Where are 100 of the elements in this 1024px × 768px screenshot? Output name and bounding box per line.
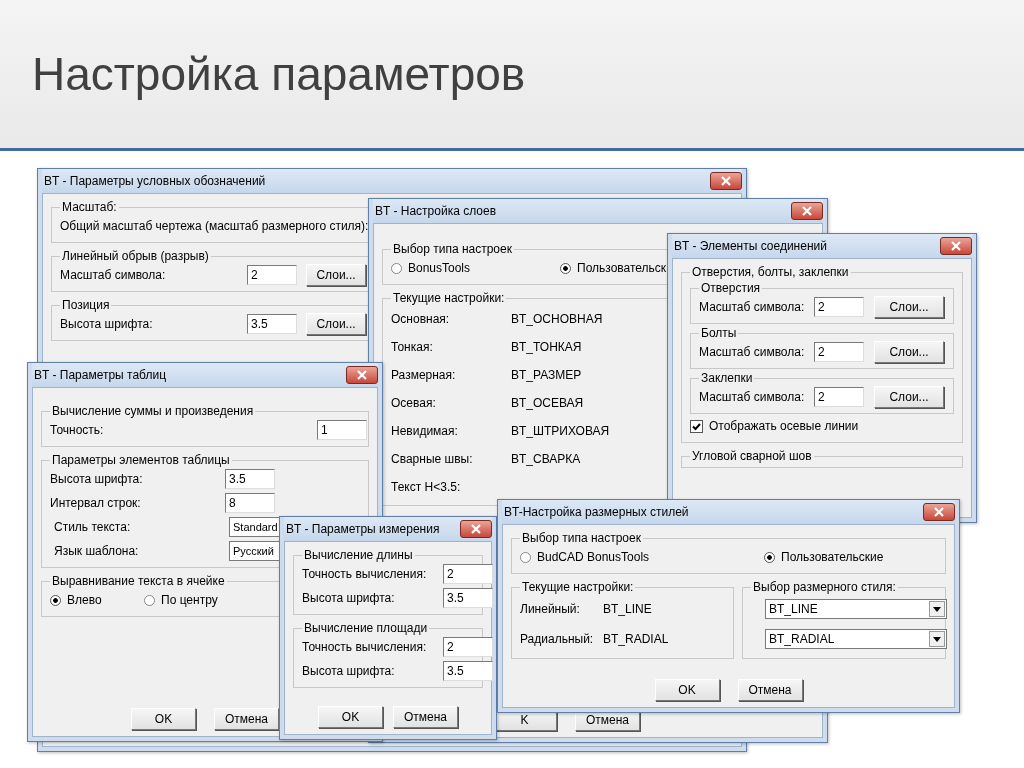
input-field[interactable]: 2	[814, 297, 864, 317]
input-field[interactable]: 2	[443, 564, 493, 584]
input-field[interactable]: 3.5	[443, 588, 493, 608]
group-title: Болты	[700, 326, 738, 340]
input-field[interactable]: 2	[247, 265, 297, 285]
radio-label: Пользовательские	[781, 550, 884, 564]
setting-label: Сварные швы:	[391, 452, 474, 466]
group-title: Масштаб:	[61, 200, 118, 214]
layers-button[interactable]: Слои...	[306, 313, 366, 335]
input-field[interactable]: 2	[814, 342, 864, 362]
radio-button[interactable]	[520, 551, 531, 563]
setting-label: Основная:	[391, 312, 451, 326]
input-field[interactable]: 1	[317, 420, 367, 440]
group-title: Выбор типа настроек	[392, 242, 513, 256]
group-title: Выбор типа настроек	[521, 531, 642, 545]
radio-label: Пользовательск	[577, 261, 667, 275]
group-title: Выбор размерного стиля:	[752, 580, 897, 594]
field-label: Высота шрифта:	[302, 664, 396, 678]
window-title: BT-Настройка размерных стилей	[503, 505, 689, 519]
setting-value: BT_ОСЕВАЯ	[511, 396, 584, 410]
dialog-button[interactable]: OK	[654, 679, 720, 701]
dialog-button[interactable]: Отмена	[737, 679, 803, 701]
group-title: Вычисление площади	[303, 621, 429, 635]
field-label: Масштаб символа:	[699, 345, 806, 359]
group-title: Линейный обрыв (разрыв)	[61, 249, 210, 263]
input-field[interactable]: 2	[443, 637, 493, 657]
close-button[interactable]	[791, 202, 823, 220]
radio-button[interactable]	[50, 594, 61, 606]
dropdown-field[interactable]: BT_RADIAL	[765, 629, 947, 649]
dialog-button[interactable]: OK	[131, 708, 196, 730]
group-title: Заклепки	[700, 371, 754, 385]
close-icon	[801, 206, 813, 216]
field-label: Точность:	[50, 423, 105, 437]
slide-title: Настройка параметров	[32, 47, 526, 101]
setting-label: Тонкая:	[391, 340, 434, 354]
field-label: Масштаб символа:	[60, 268, 167, 282]
dialog-button[interactable]: OK	[318, 706, 383, 728]
close-icon	[720, 176, 732, 186]
radio-button[interactable]	[560, 262, 571, 274]
layers-button[interactable]: Слои...	[874, 386, 944, 408]
field-label: Высота шрифта:	[60, 317, 154, 331]
setting-value: BT_LINE	[603, 602, 652, 616]
input-field[interactable]: 3.5	[443, 661, 493, 681]
close-button[interactable]	[710, 172, 742, 190]
setting-label: Линейный:	[520, 602, 581, 616]
dialog-button[interactable]: Отмена	[214, 708, 279, 730]
group-title: Вычисление суммы и произведения	[51, 404, 255, 418]
setting-value: BT_ТОНКАЯ	[511, 340, 582, 354]
checkbox[interactable]	[690, 419, 703, 433]
setting-value: BT_ОСНОВНАЯ	[511, 312, 603, 326]
caret-icon	[929, 631, 945, 647]
radio-button[interactable]	[144, 594, 155, 606]
radio-label: BudCAD BonusTools	[537, 550, 650, 564]
close-button[interactable]	[346, 366, 378, 384]
group-title: Выравнивание текста в ячейке	[51, 574, 226, 588]
close-icon	[470, 524, 482, 534]
field-label: Язык шаблона:	[53, 544, 140, 558]
window-title: BT - Элементы соединений	[673, 239, 827, 253]
field-label: Масштаб символа:	[699, 300, 806, 314]
close-icon	[950, 241, 962, 251]
group-title: Текущие настройки:	[392, 291, 506, 305]
group-title: Параметры элементов таблицы	[51, 453, 231, 467]
close-button[interactable]	[923, 503, 955, 521]
layers-button[interactable]: Слои...	[874, 296, 944, 318]
field-label: Высота шрифта:	[50, 472, 144, 486]
dialog-button[interactable]: Отмена	[393, 706, 458, 728]
setting-value: BT_РАЗМЕР	[511, 368, 582, 382]
setting-label: Размерная:	[391, 368, 457, 382]
setting-value: BT_RADIAL	[603, 632, 669, 646]
caret-icon	[929, 601, 945, 617]
dropdown-field[interactable]: BT_LINE	[765, 599, 947, 619]
field-label: Высота шрифта:	[302, 591, 396, 605]
setting-label: Осевая:	[391, 396, 437, 410]
input-field[interactable]: 2	[814, 387, 864, 407]
close-icon	[356, 370, 368, 380]
setting-label: Невидимая:	[391, 424, 459, 438]
close-button[interactable]	[460, 520, 492, 538]
radio-label: BonusTools	[408, 261, 471, 275]
field-label: Точность вычисления:	[302, 567, 428, 581]
group-title: Отверстия, болты, заклепки	[691, 265, 850, 279]
radio-button[interactable]	[391, 262, 402, 274]
window-title: BT - Параметры таблиц	[33, 368, 167, 382]
layers-button[interactable]: Слои...	[306, 264, 366, 286]
group-title: Угловой сварной шов	[691, 449, 813, 463]
radio-label: Влево	[67, 593, 102, 607]
setting-label: Текст H<3.5:	[391, 480, 462, 494]
layers-button[interactable]: Слои...	[874, 341, 944, 363]
radio-label: По центру	[161, 593, 218, 607]
group-title: Отверстия	[700, 281, 762, 295]
input-field[interactable]: 3.5	[247, 314, 297, 334]
field-label: Точность вычисления:	[302, 640, 428, 654]
group-title: Позиция	[61, 298, 111, 312]
field-label: Стиль текста:	[53, 520, 132, 534]
close-button[interactable]	[940, 237, 972, 255]
radio-button[interactable]	[764, 551, 775, 563]
window-title: BT - Параметры условных обозначений	[43, 174, 266, 188]
input-field[interactable]: 8	[225, 493, 275, 513]
field-label: Масштаб символа:	[699, 390, 806, 404]
field-label: Общий масштаб чертежа (масштаб размерного стиля):	[60, 219, 369, 233]
input-field[interactable]: 3.5	[225, 469, 275, 489]
